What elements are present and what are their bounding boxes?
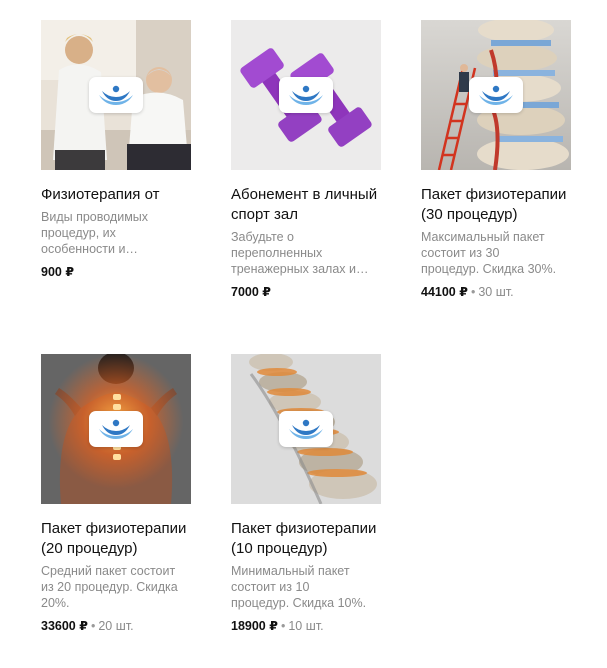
product-quantity: 10 шт. — [288, 619, 324, 633]
separator-dot: • — [280, 619, 286, 633]
brand-logo-badge — [89, 411, 143, 447]
product-description: Виды проводимых процедур, их особенности… — [41, 210, 149, 256]
product-description: Минимальный пакет состоит из 10 процедур… — [231, 564, 367, 610]
product-title[interactable]: Пакет физиотерапии (20 процедур) — [41, 519, 191, 559]
product-price: 33600 ₽ — [41, 619, 88, 633]
product-image[interactable] — [41, 20, 191, 170]
physio-logo-icon — [289, 85, 323, 105]
price-row: 33600 ₽ • 20 шт. — [41, 618, 193, 634]
product-quantity: 20 шт. — [98, 619, 134, 633]
separator-dot: • — [470, 285, 476, 299]
price-row: 18900 ₽ • 10 шт. — [231, 618, 383, 634]
product-card[interactable]: Пакет физиотерапии (20 процедур) Средний… — [41, 354, 193, 634]
price-row: 44100 ₽ • 30 шт. — [421, 284, 573, 300]
product-price: 7000 ₽ — [231, 285, 271, 299]
brand-logo-badge — [279, 77, 333, 113]
product-card[interactable]: Абонемент в личный спорт зал Забудьте о … — [231, 20, 383, 300]
brand-logo-badge — [469, 77, 523, 113]
product-quantity: 30 шт. — [478, 285, 514, 299]
product-description: Максимальный пакет состоит из 30 процеду… — [421, 230, 557, 276]
product-price: 44100 ₽ — [421, 285, 468, 299]
product-image[interactable] — [421, 20, 571, 170]
brand-logo-badge — [89, 77, 143, 113]
separator-dot: • — [90, 619, 96, 633]
product-title[interactable]: Пакет физиотерапии (10 процедур) — [231, 519, 381, 559]
product-image[interactable] — [231, 20, 381, 170]
product-title[interactable]: Пакет физиотерапии (30 процедур) — [421, 185, 571, 225]
product-image[interactable] — [231, 354, 381, 504]
physio-logo-icon — [99, 419, 133, 439]
physio-logo-icon — [289, 419, 323, 439]
product-price: 900 ₽ — [41, 265, 75, 279]
product-title[interactable]: Физиотерапия от — [41, 185, 191, 205]
product-image[interactable] — [41, 354, 191, 504]
price-row: 900 ₽ — [41, 264, 193, 280]
product-description: Забудьте о переполненных тренажерных зал… — [231, 230, 369, 276]
product-card[interactable]: Пакет физиотерапии (30 процедур) Максима… — [421, 20, 573, 300]
product-price: 18900 ₽ — [231, 619, 278, 633]
product-card[interactable]: Физиотерапия от Виды проводимых процедур… — [41, 20, 193, 280]
brand-logo-badge — [279, 411, 333, 447]
product-description: Средний пакет состоит из 20 процедур. Ск… — [41, 564, 178, 610]
product-card[interactable]: Пакет физиотерапии (10 процедур) Минимал… — [231, 354, 383, 634]
price-row: 7000 ₽ — [231, 284, 383, 300]
physio-logo-icon — [479, 85, 513, 105]
physio-logo-icon — [99, 85, 133, 105]
product-title[interactable]: Абонемент в личный спорт зал — [231, 185, 381, 225]
